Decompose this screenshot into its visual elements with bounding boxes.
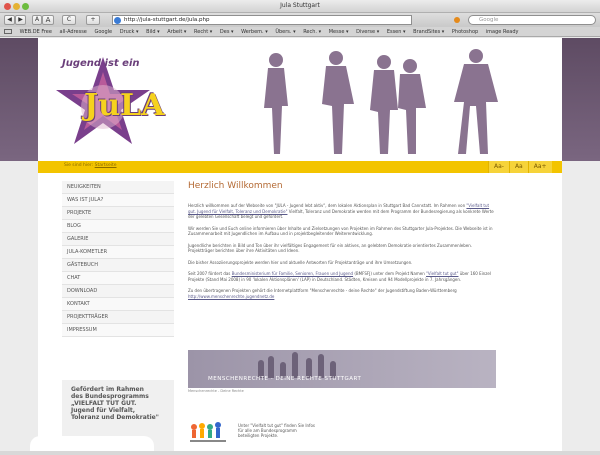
breadcrumb-link[interactable]: Startseite <box>95 163 117 168</box>
vielfalt-text: Unter "Vielfalt tut gut" finden Sie Info… <box>238 423 315 438</box>
bookmarks-bar: WEB.DE Free all-Adresse Google Druck ▾ B… <box>0 27 600 37</box>
bookmark-item[interactable]: all-Adresse <box>60 29 87 35</box>
left-header-strip <box>0 38 38 161</box>
banner-caption: Menschenrechte - Deine Rechte <box>188 389 244 393</box>
platform-text: Zu den übertragenen Projekten gehört die… <box>188 288 457 293</box>
info-paragraph: Wir werden Sie und Euch online informier… <box>188 225 493 237</box>
funding-text: Seit 2007 fördert das <box>188 271 231 276</box>
banner-figure <box>268 356 274 378</box>
promo-logo-box <box>30 436 154 451</box>
nav-item-jula-kometler[interactable]: Jula-Kometler <box>62 246 174 259</box>
nav-toolbar: ◀ ▶ A A C + http://jula-stuttgart.de/jul… <box>0 13 600 27</box>
browser-window: Jula Stuttgart ◀ ▶ A A C + http://jula-s… <box>0 0 600 455</box>
bookmark-item[interactable]: image Ready <box>486 29 519 35</box>
nav-item-galerie[interactable]: Galerie <box>62 233 174 246</box>
bookmark-item[interactable]: Werbem. ▾ <box>241 29 268 35</box>
bookmark-item[interactable]: Rech. ▾ <box>303 29 321 35</box>
right-header-strip <box>562 38 600 161</box>
bookmark-item[interactable]: Bild ▾ <box>146 29 159 35</box>
bookmark-item[interactable]: Druck ▾ <box>120 29 139 35</box>
site-header: Jugend ist ein JuLA <box>38 38 562 161</box>
funding-text-mid: (BMFSFJ) unter dem Projekt Namen <box>354 271 425 276</box>
bookmark-item[interactable]: Recht ▾ <box>194 29 212 35</box>
back-button[interactable]: ◀ <box>4 15 15 25</box>
rss-icon[interactable] <box>454 17 460 23</box>
nav-item-projekttraeger[interactable]: Projektträger <box>62 311 174 324</box>
funding-paragraph: Seit 2007 fördert das Bundesministerium … <box>188 271 498 282</box>
bookmark-item[interactable]: Google <box>94 29 112 35</box>
nav-item-impressum[interactable]: Impressum <box>62 324 174 337</box>
banner-figure <box>292 352 298 378</box>
bookmark-item[interactable]: Übers. ▾ <box>275 29 295 35</box>
font-larger-button[interactable]: A <box>42 15 54 25</box>
window-title: Jula Stuttgart <box>280 2 320 9</box>
search-input[interactable]: Google <box>468 15 596 25</box>
bookmark-item[interactable]: Arbeit ▾ <box>167 29 186 35</box>
banner-figure <box>306 358 312 378</box>
nav-item-chat[interactable]: Chat <box>62 272 174 285</box>
site-icon <box>114 17 121 24</box>
logo-wordmark: JuLA <box>84 88 165 123</box>
bookmark-item[interactable]: Photoshop <box>452 29 478 35</box>
ministry-link[interactable]: Bundesministerium für Familie, Senioren,… <box>232 271 353 276</box>
breadcrumb-prefix: Sie sind hier: <box>64 163 94 168</box>
page-title: Herzlich Willkommen <box>188 181 283 191</box>
bookmark-item[interactable]: Des ▾ <box>220 29 234 35</box>
projects-paragraph: Die bisher Assoziierungsprojekte werden … <box>188 259 413 265</box>
bookmark-item[interactable]: Essen ▾ <box>387 29 406 35</box>
nav-item-projekte[interactable]: Projekte <box>62 207 174 220</box>
logo-tagline: Jugend ist ein <box>62 58 140 69</box>
forward-button[interactable]: ▶ <box>15 15 26 25</box>
font-size-switcher: Aa- Aa Aa+ <box>488 161 552 173</box>
nav-item-blog[interactable]: Blog <box>62 220 174 233</box>
youth-paragraph: Jugendliche berichten in Bild und Ton üb… <box>188 242 473 254</box>
banner-title: MENSCHENRECHTE - DEINE RECHTE STUTTGART <box>208 376 362 382</box>
font-size-large-button[interactable]: Aa+ <box>527 161 552 173</box>
nav-item-download[interactable]: Download <box>62 285 174 298</box>
platform-paragraph: Zu den übertragenen Projekten gehört die… <box>188 288 498 299</box>
title-bar: Jula Stuttgart <box>0 0 600 13</box>
main-content: Herzlich Willkommen Herzlich willkommen … <box>188 181 498 305</box>
breadcrumb: Sie sind hier: Startseite <box>64 163 117 168</box>
bookmark-item[interactable]: Messe ▾ <box>329 29 349 35</box>
nav-item-gaestebuch[interactable]: Gästebuch <box>62 259 174 272</box>
bookmark-item[interactable]: WEB.DE Free <box>20 29 52 35</box>
bookmark-item[interactable]: Diverse ▾ <box>356 29 379 35</box>
add-bookmark-button[interactable]: + <box>86 15 100 25</box>
nav-item-neuigkeiten[interactable]: Neuigkeiten <box>62 181 174 194</box>
vielfalt-logo[interactable] <box>188 421 234 445</box>
banner-figure <box>318 354 324 378</box>
main-navigation: Neuigkeiten Was ist Jula? Projekte Blog … <box>62 181 174 337</box>
bookmark-item[interactable]: BrandSites ▾ <box>413 29 444 35</box>
url-field[interactable]: http://jula-stuttgart.de/jula.php <box>112 15 412 25</box>
horizontal-scrollbar[interactable] <box>0 451 600 455</box>
bookmarks-icon[interactable] <box>4 29 12 34</box>
intro-paragraph: Herzlich willkommen auf der Webseite von… <box>188 203 498 220</box>
nav-item-was-ist-jula[interactable]: Was ist Jula? <box>62 194 174 207</box>
menschenrechte-link[interactable]: http://www.menschenrechte.jugendnetz.de <box>188 294 274 299</box>
font-size-small-button[interactable]: Aa- <box>488 161 509 173</box>
font-smaller-button[interactable]: A <box>32 15 42 25</box>
intro-text: Herzlich willkommen auf der Webseite von… <box>188 203 466 208</box>
promo-text: Gefördert im Rahmen des Bundesprogramms … <box>71 386 159 421</box>
silhouettes-illustration <box>264 49 498 154</box>
web-page: Jugend ist ein JuLA Sie sind hier: Start… <box>0 38 600 451</box>
reload-button[interactable]: C <box>62 15 76 25</box>
font-size-normal-button[interactable]: Aa <box>508 161 528 173</box>
vielfalt-link-2[interactable]: "Vielfalt tut gut" <box>426 271 458 276</box>
menschenrechte-banner[interactable]: MENSCHENRECHTE - DEINE RECHTE STUTTGART <box>188 350 496 388</box>
nav-item-kontakt[interactable]: Kontakt <box>62 298 174 311</box>
